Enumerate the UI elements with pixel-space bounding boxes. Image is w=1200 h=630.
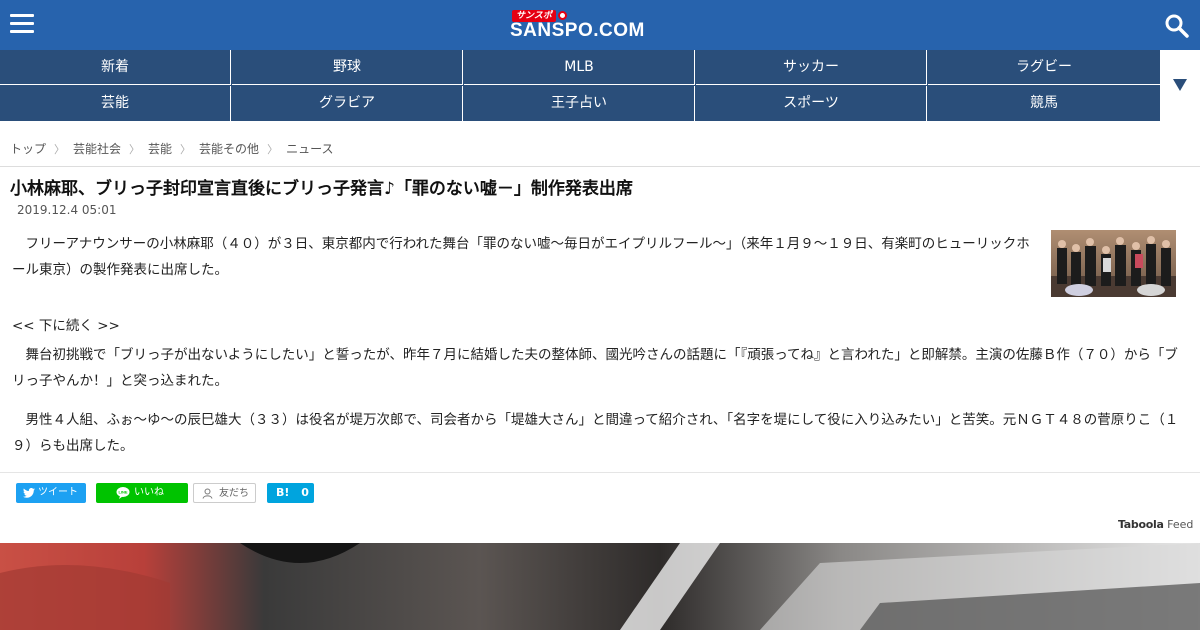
chevron-right-icon: 〉 [54,143,66,156]
triangle-down-icon [1173,79,1187,91]
nav-item-new[interactable]: 新着 [0,50,231,85]
logo-text: SANSPO.COM [510,20,645,41]
line-share-label: いいね [134,487,164,498]
breadcrumb-entertainment[interactable]: 芸能 [148,142,172,156]
site-header: サンスポ SANSPO.COM [0,0,1200,50]
logo-dot-icon [558,11,567,20]
person-icon [202,488,213,499]
nav-item-gravure[interactable]: グラビア [232,86,463,121]
nav-item-entertainment[interactable]: 芸能 [0,86,231,121]
article-paragraph-2: 舞台初挑戦で「ブリっ子が出ないようにしたい」と誓ったが、昨年７月に結婚した夫の整… [12,347,1178,389]
twitter-share-label: ツイート [38,487,78,498]
taboola-feed: Feed [1167,518,1194,531]
menu-icon[interactable] [10,14,34,36]
article-paragraph-3: 男性４人組、ふぉ～ゆ～の辰巳雄大（３３）は役名が堤万次郎で、司会者から「堤雄大さ… [12,412,1179,454]
hatena-count: 0 [301,486,309,499]
twitter-bird-icon [23,488,35,498]
breadcrumb-top[interactable]: トップ [10,142,46,156]
taboola-brand: Taboola [1118,518,1164,531]
nav-item-mlb[interactable]: MLB [464,50,695,85]
twitter-share-button[interactable]: ツイート [16,483,86,503]
category-nav: 新着 野球 MLB サッカー ラグビー 芸能 グラビア 王子占い スポーツ 競馬 [0,50,1160,121]
hatena-bookmark-button[interactable]: B! 0 [267,483,314,503]
article-paragraph-1: フリーアナウンサーの小林麻耶（４０）が３日、東京都内で行われた舞台「罪のない嘘～… [12,236,1030,278]
nav-item-baseball[interactable]: 野球 [232,50,463,85]
article-photo[interactable] [1051,230,1176,297]
add-friend-label: 友だち [219,488,249,499]
svg-text:LINE: LINE [118,490,127,495]
breadcrumb-news[interactable]: ニュース [286,142,333,156]
nav-item-fortune[interactable]: 王子占い [464,86,695,121]
article-date: 2019.12.4 05:01 [17,203,117,217]
nav-item-rugby[interactable]: ラグビー [928,50,1160,85]
nav-item-horse-racing[interactable]: 競馬 [928,86,1160,121]
continue-reading-link[interactable]: << 下に続く >> [12,314,120,334]
line-share-button[interactable]: LINE いいね [96,483,188,503]
chevron-right-icon: 〉 [267,143,279,156]
breadcrumb-entertainment-other[interactable]: 芸能その他 [199,142,259,156]
breadcrumb: トップ〉芸能社会〉芸能〉芸能その他〉ニュース [10,140,333,157]
nav-item-sports[interactable]: スポーツ [696,86,927,121]
chevron-right-icon: 〉 [180,143,192,156]
chevron-right-icon: 〉 [129,143,141,156]
site-logo[interactable]: サンスポ SANSPO.COM [510,8,690,42]
line-icon: LINE [116,487,130,499]
add-friend-button[interactable]: 友だち [193,483,256,503]
divider [0,472,1200,473]
breadcrumb-entertainment-society[interactable]: 芸能社会 [73,142,121,156]
nav-item-soccer[interactable]: サッカー [696,50,927,85]
article-title: 小林麻耶、ブリっ子封印宣言直後にブリっ子発言♪「罪のない嘘－」制作発表出席 [10,179,633,199]
divider [0,166,1200,167]
hatena-label: B! [276,486,290,499]
taboola-feed-label[interactable]: Taboola Feed [1118,518,1193,531]
sponsored-image[interactable] [0,543,1200,630]
search-icon[interactable] [1164,13,1190,39]
nav-expand-button[interactable] [1160,50,1200,121]
